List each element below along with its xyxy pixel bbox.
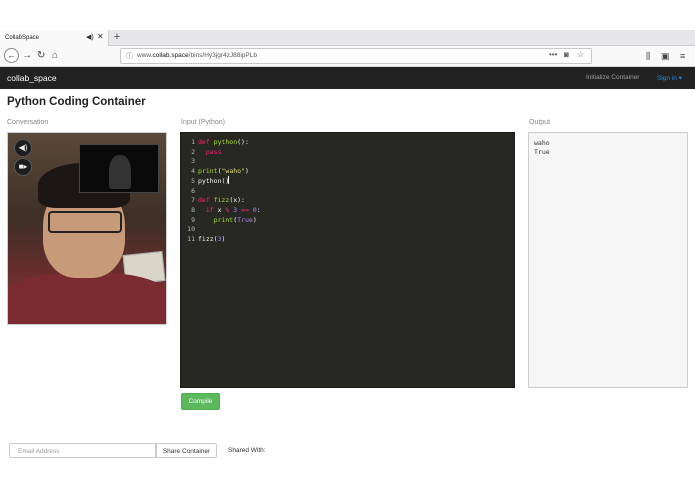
output-line: True	[534, 148, 550, 156]
code-token: pass	[205, 147, 222, 156]
initialize-container-link[interactable]: Initialize Container	[586, 74, 639, 81]
code-token: fizz	[213, 196, 230, 205]
tab-title: CollabSpace	[5, 35, 40, 41]
code-token: print	[213, 215, 234, 224]
code-token: def	[198, 138, 214, 146]
browser-tab[interactable]: CollabSpace ◀) ✕	[0, 30, 109, 46]
participant-glasses	[48, 211, 122, 233]
url-text: www.collab.space/bins/Hy3jgr4zJ88ipPLb	[137, 52, 257, 59]
bookmark-star-icon[interactable]: ☆	[577, 50, 584, 59]
code-token: fizz(	[198, 235, 218, 243]
menu-icon[interactable]: ≡	[680, 49, 685, 63]
code-line[interactable]: 8 if x % 3 == 0:	[181, 205, 261, 215]
code-line[interactable]: 5 python()	[181, 176, 229, 186]
output-panel: waho True	[528, 132, 688, 388]
line-number: 2	[191, 147, 195, 156]
video-camera-icon[interactable]: ■▸	[14, 158, 32, 176]
code-line[interactable]: 2 pass	[181, 147, 221, 157]
line-number: 6	[191, 186, 195, 195]
self-view-silhouette	[109, 155, 131, 189]
speaker-icon[interactable]: ◀)	[86, 33, 94, 41]
mute-audio-icon[interactable]: ◀)	[14, 139, 32, 157]
info-icon[interactable]: ⓘ	[126, 51, 133, 61]
line-number: 4	[191, 167, 195, 176]
code-token: if	[205, 205, 218, 214]
library-icon[interactable]: ⫼	[646, 49, 650, 63]
sidebar-icon[interactable]: ▣	[661, 49, 670, 63]
participant-shirt	[8, 273, 166, 324]
line-number: 5	[191, 176, 195, 185]
code-line[interactable]: 6	[181, 186, 198, 196]
code-line[interactable]: 4 print("waho")	[181, 166, 249, 176]
code-token: True	[237, 215, 253, 224]
line-number: 8	[191, 205, 195, 214]
code-token: def	[198, 196, 214, 205]
code-line[interactable]: 7 def fizz(x):	[181, 195, 245, 205]
line-number: 7	[191, 196, 195, 205]
url-bar[interactable]: ⓘ www.collab.space/bins/Hy3jgr4zJ88ipPLb…	[120, 48, 592, 64]
new-tab-button[interactable]: +	[112, 30, 122, 45]
text-cursor	[228, 176, 229, 184]
code-token: (x):	[229, 196, 245, 205]
code-line[interactable]: 3	[181, 156, 198, 166]
output-line: waho	[534, 139, 550, 147]
line-number: 3	[191, 157, 195, 166]
code-token: :	[256, 205, 261, 214]
line-number: 11	[187, 235, 195, 243]
tab-close-icon[interactable]: ✕	[97, 32, 104, 41]
code-token: python	[213, 138, 238, 146]
conversation-label: Conversation	[7, 119, 49, 126]
code-token: )	[252, 215, 257, 224]
code-token: print	[198, 167, 218, 176]
code-line[interactable]: 10	[181, 224, 198, 234]
line-number: 9	[191, 215, 195, 224]
page-actions-icon[interactable]: •••	[549, 50, 557, 59]
code-editor[interactable]: 1 def python(): 2 pass 3 4 print("waho") 5 pyth…	[180, 132, 515, 388]
code-token: )	[244, 167, 249, 176]
code-token: python()	[198, 176, 230, 185]
brand-link[interactable]: collab_space	[7, 73, 57, 83]
code-token: ():	[237, 138, 249, 146]
pocket-icon[interactable]: ◙	[564, 50, 569, 59]
window-top-spacer	[0, 0, 695, 30]
input-label: Input (Python)	[181, 119, 225, 126]
code-token: ==	[241, 205, 253, 214]
output-label: Output	[529, 119, 551, 126]
video-call-panel: ◀) ■▸	[7, 132, 167, 325]
home-icon[interactable]: ⌂	[52, 49, 58, 63]
share-container-button[interactable]: Share Container	[156, 443, 217, 458]
compile-button[interactable]: Compile	[181, 393, 220, 410]
code-token: "waho"	[221, 167, 245, 176]
code-line[interactable]: 9 print(True)	[181, 215, 257, 225]
code-token: )	[221, 235, 226, 243]
line-number: 1	[191, 138, 195, 146]
email-input[interactable]: Email Address	[9, 443, 156, 458]
shared-with-label: Shared With:	[228, 447, 266, 454]
line-number: 10	[187, 225, 195, 234]
self-view-video	[79, 144, 159, 193]
code-token: 3	[233, 205, 242, 214]
page-title: Python Coding Container	[7, 96, 146, 108]
code-line[interactable]: 11 fizz(3)	[181, 234, 225, 244]
sign-in-dropdown[interactable]: Sign in ▾	[657, 74, 682, 82]
forward-icon[interactable]: →	[22, 49, 32, 63]
back-button[interactable]: ←	[4, 48, 19, 63]
reload-icon[interactable]: ↻	[37, 49, 45, 63]
code-line[interactable]: 1 def python():	[181, 137, 249, 147]
